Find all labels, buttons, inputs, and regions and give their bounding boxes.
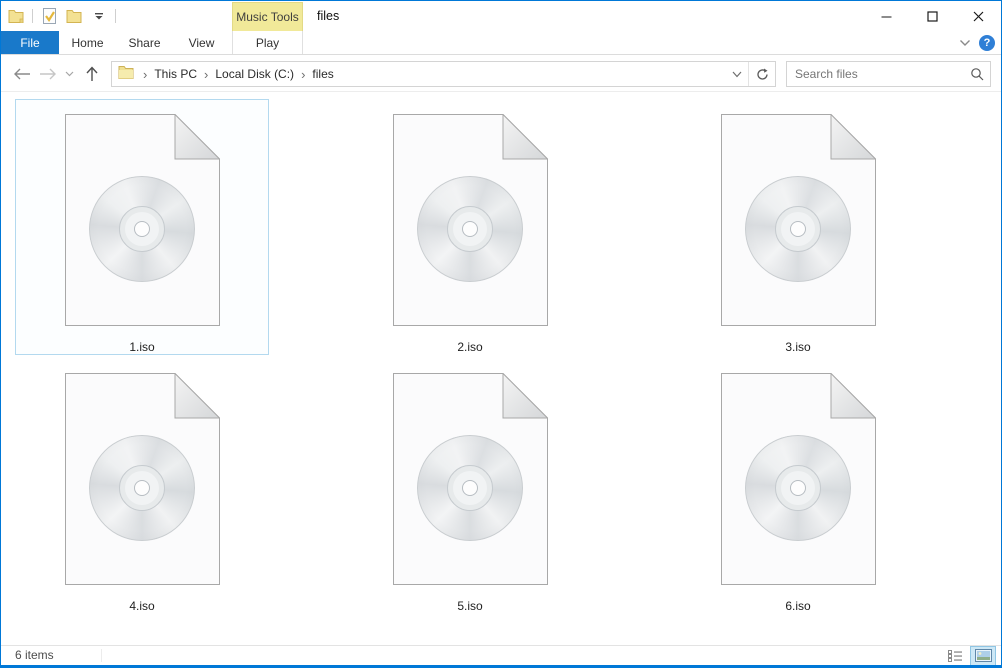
file-tile[interactable]: 5.iso — [343, 358, 597, 614]
file-tile[interactable]: 4.iso — [15, 358, 269, 614]
ribbon-tab-row: File HomeShareView Play ? — [1, 31, 1001, 55]
file-tile[interactable]: 6.iso — [671, 358, 925, 614]
forward-icon[interactable] — [35, 68, 61, 80]
refresh-icon[interactable] — [749, 62, 775, 86]
search-input[interactable] — [787, 63, 964, 85]
up-icon[interactable] — [79, 66, 105, 82]
file-name: 3.iso — [672, 340, 924, 354]
address-bar-row: ›This PC›Local Disk (C:)›files — [1, 55, 1001, 92]
back-icon[interactable] — [9, 68, 35, 80]
tab-file[interactable]: File — [1, 31, 59, 54]
file-name: 4.iso — [16, 599, 268, 613]
disc-hole — [790, 480, 806, 496]
new-folder-icon[interactable] — [65, 7, 83, 25]
breadcrumb-separator: › — [136, 67, 154, 82]
details-view-button[interactable] — [943, 647, 967, 665]
help-icon[interactable]: ? — [979, 35, 995, 51]
disc-hub — [775, 206, 821, 252]
iso-file-icon — [393, 373, 548, 585]
iso-file-icon — [721, 373, 876, 585]
disc-graphic — [417, 176, 523, 282]
file-tile[interactable]: 1.iso — [15, 99, 269, 355]
maximize-icon — [927, 11, 938, 22]
disc-graphic — [89, 176, 195, 282]
breadcrumb-item[interactable]: files — [312, 67, 333, 81]
address-bar-controls — [725, 62, 775, 86]
items-count: 6 items — [15, 646, 54, 665]
large-icons-view-button[interactable] — [971, 647, 995, 665]
breadcrumb-separator: › — [294, 67, 312, 82]
disc-hub — [447, 465, 493, 511]
contextual-group-title: Music Tools — [236, 10, 298, 24]
view-toggles — [943, 646, 995, 665]
disc-hole — [462, 480, 478, 496]
details-view-icon — [948, 650, 963, 662]
address-bar[interactable]: ›This PC›Local Disk (C:)›files — [111, 61, 776, 87]
collapse-ribbon-chevron-icon[interactable] — [959, 34, 971, 52]
iso-file-icon — [393, 114, 548, 326]
tab-play[interactable]: Play — [232, 31, 303, 54]
file-grid: 1.iso 2.iso — [15, 99, 925, 614]
status-bar: 6 items — [1, 645, 1001, 665]
disc-hub — [447, 206, 493, 252]
breadcrumb-item[interactable]: This PC — [154, 67, 197, 81]
file-name: 2.iso — [344, 340, 596, 354]
quick-access-toolbar — [7, 1, 116, 31]
file-name: 1.iso — [16, 340, 268, 354]
disc-graphic — [745, 435, 851, 541]
toolbar-separator — [32, 9, 33, 23]
iso-file-icon — [65, 373, 220, 585]
file-list-area[interactable]: 1.iso 2.iso — [1, 92, 1001, 645]
window-title: files — [317, 1, 339, 31]
disc-hole — [462, 221, 478, 237]
caption-buttons — [863, 1, 1001, 31]
disc-graphic — [89, 435, 195, 541]
disc-hole — [134, 221, 150, 237]
status-separator — [101, 649, 102, 662]
minimize-button[interactable] — [863, 1, 909, 31]
file-tile[interactable]: 3.iso — [671, 99, 925, 355]
properties-icon[interactable] — [40, 7, 58, 25]
disc-graphic — [745, 176, 851, 282]
file-name: 5.iso — [344, 599, 596, 613]
file-tile[interactable]: 2.iso — [343, 99, 597, 355]
explorer-window-icon — [7, 7, 25, 25]
disc-hub — [119, 465, 165, 511]
search-icon[interactable] — [964, 67, 990, 81]
tab-share[interactable]: Share — [116, 31, 173, 54]
recent-locations-chevron-icon[interactable] — [61, 71, 77, 77]
tab-home[interactable]: Home — [59, 31, 116, 54]
maximize-button[interactable] — [909, 1, 955, 31]
iso-file-icon — [65, 114, 220, 326]
explorer-window: Music Tools files File HomeShareView Pla… — [0, 0, 1002, 668]
close-button[interactable] — [955, 1, 1001, 31]
customize-quick-access-dropdown-icon[interactable] — [90, 7, 108, 25]
disc-hub — [119, 206, 165, 252]
disc-graphic — [417, 435, 523, 541]
ribbon-right-controls: ? — [959, 31, 995, 54]
close-icon — [973, 11, 984, 22]
search-box — [786, 61, 991, 87]
toolbar-separator — [115, 9, 116, 23]
contextual-group-music-tools: Music Tools — [232, 2, 303, 31]
folder-icon — [118, 65, 134, 84]
breadcrumb-item[interactable]: Local Disk (C:) — [215, 67, 294, 81]
address-dropdown-chevron-icon[interactable] — [725, 62, 749, 86]
disc-hole — [790, 221, 806, 237]
breadcrumb: ›This PC›Local Disk (C:)›files — [136, 62, 334, 86]
tab-view[interactable]: View — [173, 31, 230, 54]
iso-file-icon — [721, 114, 876, 326]
file-name: 6.iso — [672, 599, 924, 613]
disc-hole — [134, 480, 150, 496]
navigation-buttons — [9, 55, 105, 92]
minimize-icon — [881, 11, 892, 22]
breadcrumb-separator: › — [197, 67, 215, 82]
title-bar: Music Tools files — [1, 1, 1001, 31]
large-icons-view-icon — [975, 649, 992, 662]
ribbon-standard-tabs: HomeShareView — [59, 31, 230, 54]
disc-hub — [775, 465, 821, 511]
